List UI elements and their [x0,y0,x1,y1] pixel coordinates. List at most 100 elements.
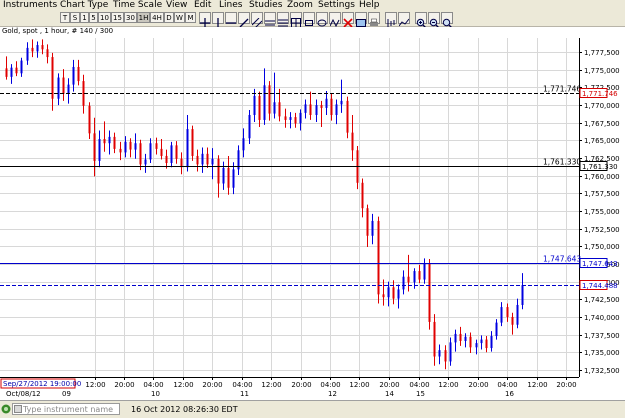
x-axis-tick-label: 04:00 [232,381,252,389]
candle-body [330,98,333,115]
candle-body [490,336,493,349]
timeframe-button-15min[interactable]: 15 [111,12,124,23]
candle-body [160,148,163,156]
image-icon[interactable] [355,12,367,27]
instrument-search-input[interactable]: Type instrument name [12,403,120,415]
crosshair-icon[interactable] [199,12,211,28]
timeframe-button-week[interactable]: W [174,12,185,23]
candle-body [165,155,168,164]
ellipse-icon[interactable] [316,12,328,27]
channel-icon[interactable] [251,12,263,29]
y-axis-tick-label: 1,760,000 [584,173,620,181]
menu-settings[interactable]: Settings [318,0,355,10]
rectangle-icon[interactable] [303,12,315,26]
candle-body [103,138,106,144]
timeframe-button-day[interactable]: D [164,12,174,23]
candle-body [428,263,431,322]
trend-line-icon[interactable] [238,12,250,28]
candle-body [506,307,509,317]
zigzag-icon[interactable] [329,12,341,28]
x-axis-tick-label: 12:00 [349,381,369,389]
x-axis-tick-label: 20:00 [202,381,222,389]
grid-icon[interactable] [290,12,302,28]
candle-body [340,100,343,105]
instrument-search-icon[interactable] [1,404,11,414]
candle-body [371,220,374,236]
candle-body [278,102,281,117]
candle-body [495,322,498,337]
menu-edit[interactable]: Edit [194,0,211,10]
timeframe-button-month[interactable]: M [185,12,196,23]
candle-body [222,167,225,184]
timeframe-button-4hour[interactable]: 4H [150,12,164,23]
candle-body [242,138,245,151]
timeframe-button-30min[interactable]: 30 [124,12,137,23]
y-axis-tick-label: 1,775,000 [584,67,620,75]
candle-body [108,136,111,144]
x-axis-tick-label: 20:00 [114,381,134,389]
menu-lines[interactable]: Lines [219,0,242,10]
x-axis-tick-label: 04:00 [320,381,340,389]
zoom-out-icon[interactable] [428,12,440,28]
horizontal-level-label: 1,761.330 [543,158,581,167]
candle-body [248,114,251,139]
candle-body [144,159,147,165]
candle-body [346,100,349,133]
y-axis-tick-label: 1,742,500 [584,296,620,304]
candle-body [170,145,173,164]
menu-zoom[interactable]: Zoom [287,0,313,10]
menu-instruments[interactable]: Instruments [3,0,57,10]
zoom-in-icon[interactable] [415,12,427,28]
timeframe-button-10min[interactable]: 10 [98,12,111,23]
candle-body [444,350,447,362]
candle-body [475,343,478,348]
timeframe-button-5min[interactable]: 5 [89,12,98,23]
candle-body [315,105,318,115]
menu-view[interactable]: View [166,0,187,10]
y-axis-tick-label: 1,737,500 [584,332,620,340]
timeframe-button-tick[interactable]: T [60,12,70,23]
price-chart[interactable]: 1,732,500 1,735,000 1,737,500 1,740,000 1,74… [0,36,625,400]
menu-chart-type[interactable]: Chart Type [60,0,108,10]
candle-body [273,102,276,114]
menu-studies[interactable]: Studies [249,0,282,10]
parallel-lines-icon[interactable] [264,12,276,26]
x-axis-tick-label: 12:00 [438,381,458,389]
line-chart-icon[interactable] [398,12,410,27]
candle-body [299,112,302,124]
candle-body [433,321,436,357]
x-axis-date-label: Oct/08/12 [6,390,41,398]
chart-type-icon[interactable] [385,12,397,27]
candle-body [309,104,312,115]
candle-body [149,143,152,160]
y-axis-tick-label: 1,732,500 [584,367,620,375]
x-axis-tick-label: 12:00 [173,381,193,389]
candle-body [325,98,328,108]
candle-body [124,141,127,153]
y-axis-tick-label: 1,755,000 [584,208,620,216]
candle-body [320,105,323,108]
menu-time-scale[interactable]: Time Scale [113,0,162,10]
x-axis-date-label: 14 [385,390,394,398]
fibonacci-icon[interactable] [277,12,289,27]
timeframe-button-second[interactable]: S [70,12,80,23]
vertical-line-icon[interactable] [212,12,224,28]
chart-area[interactable]: 1,732,500 1,735,000 1,737,500 1,740,000 1,74… [0,36,625,400]
timeframe-button-1hour[interactable]: 1H [137,12,150,23]
candle-body [134,143,137,150]
menu-help[interactable]: Help [359,0,380,10]
candle-body [516,304,519,325]
print-icon[interactable] [368,12,380,26]
x-axis-date-label: 11 [240,390,249,398]
axis-level-tag-label: 1,771.746 [582,90,618,98]
timeframe-button-1min[interactable]: 1 [80,12,89,23]
delete-icon[interactable] [342,12,354,28]
horizontal-level-label: 1,771.746 [543,85,581,94]
y-axis-tick-label: 1,735,000 [584,349,620,357]
candle-body [232,169,235,188]
cursor-date-label: Sep/27/2012 19:00:00 [3,380,81,388]
menu-bar: Instruments Chart Type Time Scale View E… [0,0,625,10]
horizontal-line-icon[interactable] [225,12,237,24]
y-axis-tick-label: 1,752,500 [584,226,620,234]
zoom-fit-icon[interactable] [441,12,453,28]
